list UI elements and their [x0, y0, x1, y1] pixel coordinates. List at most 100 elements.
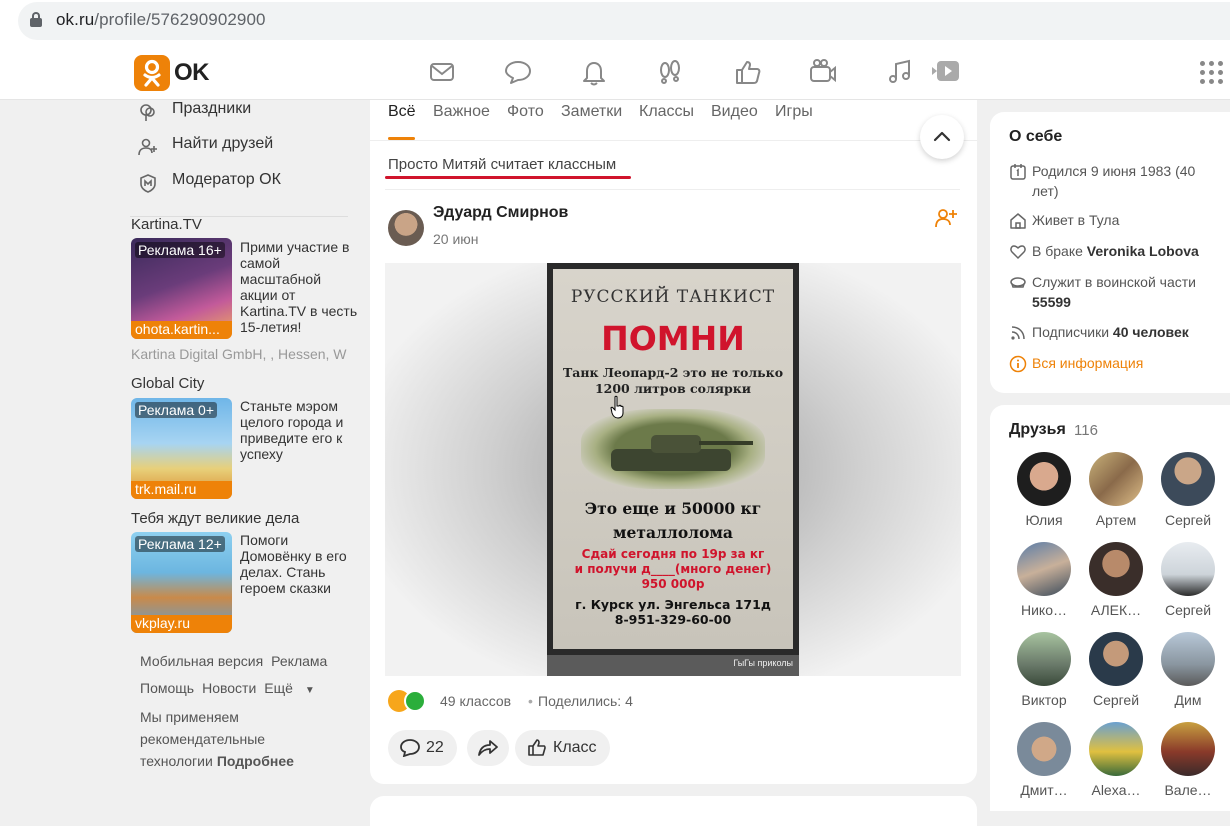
friend-item[interactable]: Дмит… — [1009, 722, 1079, 806]
ad-title[interactable]: Тебя ждут великие дела — [131, 510, 299, 527]
tab-photo[interactable]: Фото — [507, 103, 544, 121]
ok-logo-icon[interactable] — [134, 55, 170, 91]
friend-item[interactable]: Нико… — [1009, 542, 1079, 626]
friend-avatar — [1161, 632, 1215, 686]
friend-name: Дмит… — [1020, 782, 1068, 798]
poster-line: Сдай сегодня по 19р за кг и получи д____(… — [574, 547, 772, 591]
friend-item[interactable]: Сергей — [1153, 542, 1223, 626]
separator-dot: • — [528, 693, 533, 709]
friend-avatar — [1017, 452, 1071, 506]
apps-grid-icon[interactable] — [1200, 61, 1224, 85]
mail-icon[interactable] — [427, 57, 457, 87]
author-avatar[interactable] — [388, 210, 424, 246]
feed-context-line[interactable]: Просто Митяй считает классным — [388, 156, 616, 173]
calendar-icon — [1010, 164, 1026, 180]
laugh-reaction-icon — [404, 690, 426, 712]
share-icon — [478, 740, 498, 756]
friend-avatar — [1017, 632, 1071, 686]
caret-down-icon: ▼ — [304, 685, 315, 696]
tab-video[interactable]: Видео — [711, 103, 758, 121]
friend-item[interactable]: Сергей — [1081, 632, 1151, 716]
ad-image[interactable]: Реклама 12+ vkplay.ru — [131, 532, 232, 633]
tab-all[interactable]: Всё — [388, 103, 416, 121]
friends-card: Друзья 116 Юлия Артем Сергей Нико… АЛЕК…… — [990, 405, 1230, 811]
friend-name: Виктор — [1021, 692, 1067, 708]
ad-title[interactable]: Global City — [131, 375, 204, 392]
friend-item[interactable]: Вале… — [1153, 722, 1223, 806]
tank-image — [581, 409, 765, 489]
friend-item[interactable]: Виктор — [1009, 632, 1079, 716]
guests-icon[interactable] — [655, 57, 685, 87]
subscribers-link[interactable]: 40 человек — [1113, 324, 1189, 340]
ad-title[interactable]: Kartina.TV — [131, 216, 202, 233]
comment-count: 22 — [426, 739, 444, 756]
ad-image[interactable]: Реклама 0+ trk.mail.ru — [131, 398, 232, 499]
ad-text[interactable]: Станьте мэром целого города и приведите … — [240, 398, 358, 462]
ad-domain: trk.mail.ru — [131, 481, 232, 499]
footer-link-ads[interactable]: Реклама — [271, 653, 327, 669]
chat-icon[interactable] — [503, 57, 533, 87]
tab-classes[interactable]: Классы — [639, 103, 694, 121]
tab-notes[interactable]: Заметки — [561, 103, 622, 121]
red-annotation-underline — [385, 176, 631, 179]
friend-item[interactable]: Дим — [1153, 632, 1223, 716]
friend-avatar — [1089, 542, 1143, 596]
ad-badge: Реклама 0+ — [135, 402, 218, 418]
friend-item[interactable]: Юлия — [1009, 452, 1079, 536]
shares-count[interactable]: Поделились: 4 — [538, 693, 633, 709]
ad-domain: vkplay.ru — [131, 615, 232, 633]
collapse-button[interactable] — [920, 115, 964, 159]
browser-address-bar: ok.ru/profile/576290902900 — [0, 0, 1230, 44]
like-icon[interactable] — [733, 57, 763, 87]
friend-item[interactable]: АЛЕК… — [1081, 542, 1151, 626]
friend-item[interactable]: Артем — [1081, 452, 1151, 536]
comment-button[interactable]: 22 — [388, 730, 457, 766]
music-icon[interactable] — [885, 57, 915, 87]
ad-text[interactable]: Помоги Домовёнку в его делах. Стань геро… — [240, 532, 358, 596]
logo-text[interactable]: OK — [174, 59, 210, 87]
friends-count: 116 — [1074, 422, 1098, 439]
friend-avatar — [1161, 452, 1215, 506]
class-button[interactable]: Класс — [515, 730, 610, 766]
friend-item[interactable]: Alexa… — [1081, 722, 1151, 806]
post-image[interactable]: РУССКИЙ ТАНКИСТ ПОМНИ Танк Леопард-2 это… — [385, 263, 961, 676]
military-cap-icon — [1010, 277, 1026, 288]
friends-title[interactable]: Друзья — [1009, 421, 1066, 439]
ad-text[interactable]: Прими участие в самой масштабной акции о… — [240, 239, 358, 335]
bell-icon[interactable] — [579, 57, 609, 87]
post-author[interactable]: Эдуард Смирнов — [433, 204, 568, 222]
footer-link-help[interactable]: Помощь — [140, 680, 194, 696]
poster-line: ПОМНИ — [601, 319, 745, 358]
military-unit-link[interactable]: 55599 — [1032, 294, 1071, 310]
add-friend-icon[interactable] — [935, 208, 957, 228]
ad-image[interactable]: Реклама 16+ ohota.kartin... — [131, 238, 232, 339]
footer-link-mobile[interactable]: Мобильная версия — [140, 653, 263, 669]
comment-icon — [400, 739, 420, 757]
friend-avatar — [1161, 542, 1215, 596]
divider — [385, 189, 960, 190]
spouse-link[interactable]: Veronika Lobova — [1087, 243, 1199, 259]
url-text[interactable]: ok.ru/profile/576290902900 — [56, 10, 266, 30]
more-info-link[interactable]: Подробнее — [217, 753, 294, 769]
friend-name: Сергей — [1164, 602, 1212, 618]
hand-cursor-icon — [610, 395, 624, 419]
poster-watermark-strip: ГыГы приколы — [547, 655, 799, 676]
share-button[interactable] — [467, 730, 509, 766]
poster-line: Танк Леопард-2 это не только 1200 литров … — [562, 365, 784, 396]
friend-name: Сергей — [1164, 512, 1212, 528]
video-icon[interactable] — [930, 57, 960, 87]
about-title: О себе — [1009, 128, 1063, 145]
footer-link-news[interactable]: Новости — [202, 680, 256, 696]
friend-item[interactable]: Сергей — [1153, 452, 1223, 536]
friend-avatar — [1017, 542, 1071, 596]
friend-name: Юлия — [1025, 512, 1063, 528]
tab-games[interactable]: Игры — [775, 103, 813, 121]
lock-icon[interactable] — [30, 12, 42, 27]
classes-count[interactable]: 49 классов — [440, 693, 511, 709]
tab-important[interactable]: Важное — [433, 103, 490, 121]
footer-more-dropdown[interactable]: Ещё ▼ — [264, 680, 322, 696]
friend-avatar — [1017, 722, 1071, 776]
video-call-icon[interactable] — [808, 57, 838, 87]
post-date[interactable]: 20 июн — [433, 231, 479, 247]
friend-avatar — [1161, 722, 1215, 776]
